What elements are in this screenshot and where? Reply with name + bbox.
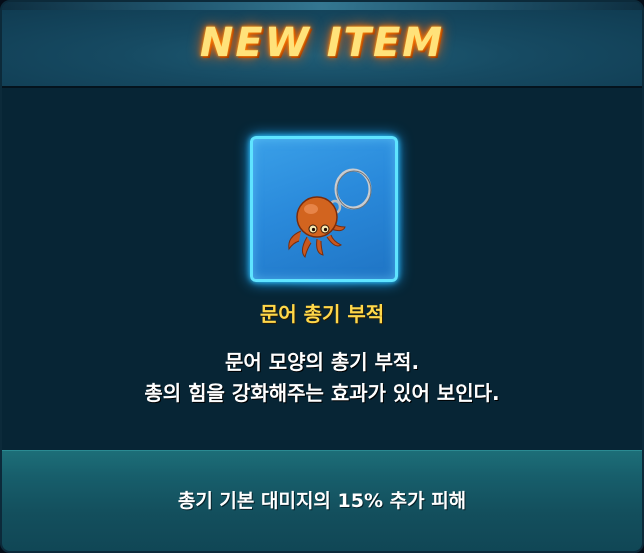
item-description-line: 총의 힘을 강화해주는 효과가 있어 보인다. — [144, 381, 500, 405]
popup-title: NEW ITEM — [199, 20, 445, 66]
item-description-line: 문어 모양의 총기 부적. — [224, 350, 420, 374]
item-effect-text: 총기 기본 대미지의 15% 추가 피해 — [177, 490, 467, 512]
item-slot — [250, 136, 398, 282]
item-name: 문어 총기 부적 — [259, 302, 385, 326]
new-item-popup: NEW ITEM 문어 총기 부적 문어 모양의 총기 부적. 총의 힘을 강화… — [0, 0, 644, 553]
octopus-keychain-icon — [288, 168, 372, 258]
